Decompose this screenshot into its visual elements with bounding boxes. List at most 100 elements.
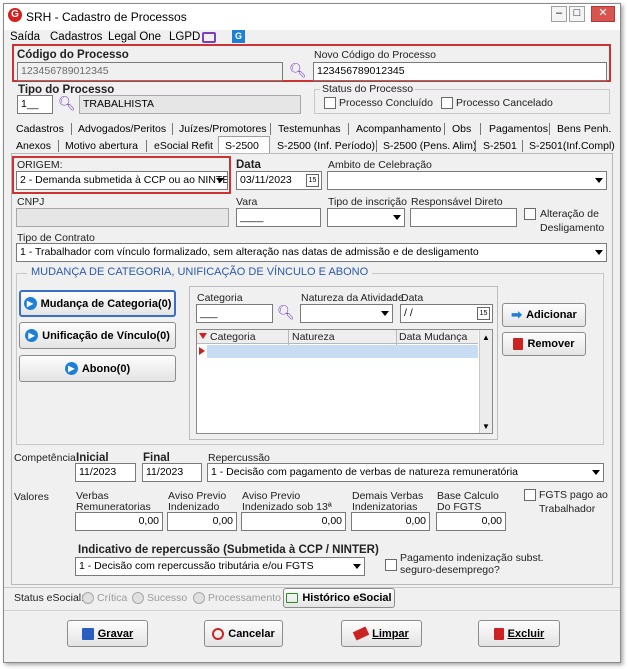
remover-button[interactable]: Remover bbox=[502, 332, 586, 356]
indicativo-select[interactable]: 1 - Decisão com repercussão tributária e… bbox=[75, 557, 365, 576]
unificacao-vinculo-button[interactable]: ▶ Unificação de Vínculo(0) bbox=[19, 322, 176, 349]
calendar-icon[interactable]: 15 bbox=[477, 307, 490, 320]
tab-obs[interactable]: Obs bbox=[452, 123, 471, 135]
tab-motivo-abertura[interactable]: Motivo abertura bbox=[65, 140, 138, 152]
cancelar-button[interactable]: Cancelar bbox=[204, 620, 283, 647]
origem-value: 2 - Demanda submetida à CCP ou ao NINTER bbox=[20, 174, 228, 186]
mudanca-data-field[interactable]: / / 15 bbox=[400, 304, 493, 323]
minimize-icon[interactable]: – bbox=[551, 6, 567, 22]
fgts-label-1: FGTS pago ao bbox=[539, 489, 608, 501]
grid-col-natureza[interactable]: Natureza bbox=[292, 331, 335, 343]
tipo-contrato-select[interactable]: 1 - Trabalhador com vínculo formalizado,… bbox=[16, 243, 607, 262]
tipo-processo-code[interactable]: 1__ bbox=[17, 95, 53, 114]
aviso13-field[interactable]: 0,00 bbox=[241, 512, 346, 531]
menu-lgpd[interactable]: LGPD bbox=[169, 31, 200, 43]
tab-juizes[interactable]: Juízes/Promotores bbox=[179, 123, 267, 135]
critica-label: Crítica bbox=[97, 592, 128, 604]
processamento-label: Processamento bbox=[208, 592, 281, 604]
fgts-checkbox[interactable] bbox=[524, 489, 536, 501]
tab-s2500-inf-periodo[interactable]: S-2500 (Inf. Período) bbox=[277, 140, 375, 152]
tab-bens-penh[interactable]: Bens Penh. bbox=[557, 123, 611, 135]
tab-s2501-inf-compl[interactable]: S-2501(Inf.Compl) bbox=[529, 140, 615, 152]
tab-acompanhamento[interactable]: Acompanhamento bbox=[356, 123, 441, 135]
excluir-button[interactable]: Excluir bbox=[478, 620, 560, 647]
origem-select[interactable]: 2 - Demanda submetida à CCP ou ao NINTER bbox=[16, 171, 228, 190]
tab-s2500[interactable]: S-2500 bbox=[225, 140, 259, 152]
processamento-radio[interactable] bbox=[193, 592, 205, 604]
limpar-button[interactable]: Limpar bbox=[341, 620, 422, 647]
mudanca-title: MUDANÇA DE CATEGORIA, UNIFICAÇÃO DE VÍNC… bbox=[27, 266, 373, 278]
abono-button[interactable]: ▶ Abono(0) bbox=[19, 355, 176, 382]
alteracao-checkbox[interactable] bbox=[524, 208, 536, 220]
final-field[interactable]: 11/2023 bbox=[142, 463, 202, 482]
trash-icon bbox=[513, 338, 524, 350]
novo-codigo-field[interactable]: 123456789012345 bbox=[313, 62, 607, 81]
alteracao-label-1: Alteração de bbox=[540, 208, 599, 220]
tab-separator bbox=[444, 123, 445, 135]
natureza-select[interactable] bbox=[300, 304, 393, 323]
mudanca-categoria-button[interactable]: ▶ Mudança de Categoria(0) bbox=[19, 290, 176, 317]
cancelado-checkbox[interactable] bbox=[441, 97, 453, 109]
tab-anexos[interactable]: Anexos bbox=[16, 140, 51, 152]
codigo-field[interactable]: 123456789012345 bbox=[17, 62, 283, 81]
tab-separator bbox=[475, 140, 476, 152]
tab-advogados[interactable]: Advogados/Peritos bbox=[78, 123, 166, 135]
tab-s2501[interactable]: S-2501 bbox=[483, 140, 517, 152]
search-icon[interactable]: 🔍︎ bbox=[289, 62, 307, 79]
tab-pagamentos[interactable]: Pagamentos bbox=[489, 123, 548, 135]
chat-icon[interactable] bbox=[202, 32, 216, 43]
tab-separator bbox=[172, 123, 173, 135]
grid-col-data[interactable]: Data Mudança bbox=[399, 331, 467, 343]
grid-scrollbar[interactable] bbox=[479, 330, 492, 433]
categoria-field[interactable]: ___ bbox=[196, 304, 273, 323]
chevron-down-icon bbox=[595, 250, 603, 255]
demais-field[interactable]: 0,00 bbox=[351, 512, 430, 531]
pagamento-checkbox[interactable] bbox=[385, 559, 397, 571]
grid-col-categoria[interactable]: Categoria bbox=[210, 331, 256, 343]
historico-esocial-button[interactable]: Histórico eSocial bbox=[283, 588, 395, 608]
menu-legal-one[interactable]: Legal One bbox=[108, 31, 161, 43]
vara-field[interactable]: ____ bbox=[236, 208, 321, 227]
menu-cadastros[interactable]: Cadastros bbox=[50, 31, 102, 43]
critica-radio[interactable] bbox=[82, 592, 94, 604]
pagamento-label-2: seguro-desemprego? bbox=[400, 564, 500, 576]
base-field[interactable]: 0,00 bbox=[436, 512, 506, 531]
tab-s2500-pens-alim[interactable]: S-2500 (Pens. Alim) bbox=[383, 140, 476, 152]
maximize-icon[interactable]: □ bbox=[569, 6, 585, 22]
inicial-field[interactable]: 11/2023 bbox=[75, 463, 136, 482]
ambito-select[interactable] bbox=[327, 171, 607, 190]
concluido-checkbox[interactable] bbox=[324, 97, 336, 109]
status-processo-label: Status do Processo bbox=[320, 83, 416, 95]
responsavel-field[interactable] bbox=[410, 208, 517, 227]
tab-separator bbox=[146, 140, 147, 152]
arrow-right-icon: ➡ bbox=[511, 307, 523, 322]
menu-saida[interactable]: Saída bbox=[10, 31, 40, 43]
pagamento-label-1: Pagamento indenização subst. bbox=[400, 552, 544, 564]
grid-selected-row[interactable] bbox=[207, 345, 478, 358]
tipo-search-icon[interactable]: 🔍︎ bbox=[58, 95, 76, 112]
sucesso-radio[interactable] bbox=[132, 592, 144, 604]
tab-cadastros[interactable]: Cadastros bbox=[16, 123, 64, 135]
data-field[interactable]: 03/11/2023 15 bbox=[236, 171, 322, 190]
aviso-field[interactable]: 0,00 bbox=[167, 512, 237, 531]
tab-esocial-refit[interactable]: eSocial Refit bbox=[154, 140, 213, 152]
scroll-down-icon[interactable]: ▼ bbox=[482, 422, 490, 431]
novo-codigo-label: Novo Código do Processo bbox=[314, 49, 436, 61]
repercussao-value: 1 - Decisão com pagamento de verbas de n… bbox=[211, 466, 519, 478]
repercussao-select[interactable]: 1 - Decisão com pagamento de verbas de n… bbox=[207, 463, 604, 482]
app-blue-icon[interactable]: G bbox=[232, 30, 245, 43]
mudanca-categoria-label: Mudança de Categoria(0) bbox=[40, 297, 172, 310]
scroll-up-icon[interactable]: ▲ bbox=[482, 333, 490, 342]
close-icon[interactable]: ✕ bbox=[591, 6, 615, 22]
calendar-icon[interactable]: 15 bbox=[306, 174, 319, 187]
chevron-down-icon bbox=[393, 215, 401, 220]
excluir-label: Excluir bbox=[507, 627, 545, 640]
adicionar-button[interactable]: ➡ Adicionar bbox=[502, 303, 586, 327]
categoria-search-icon[interactable]: 🔍︎ bbox=[277, 304, 295, 321]
verbas-field[interactable]: 0,00 bbox=[75, 512, 163, 531]
gravar-button[interactable]: Gravar bbox=[67, 620, 148, 647]
tab-testemunhas[interactable]: Testemunhas bbox=[278, 123, 340, 135]
tab-separator bbox=[480, 123, 481, 135]
gravar-label: Gravar bbox=[97, 627, 134, 640]
tipo-inscricao-select[interactable] bbox=[327, 208, 405, 227]
